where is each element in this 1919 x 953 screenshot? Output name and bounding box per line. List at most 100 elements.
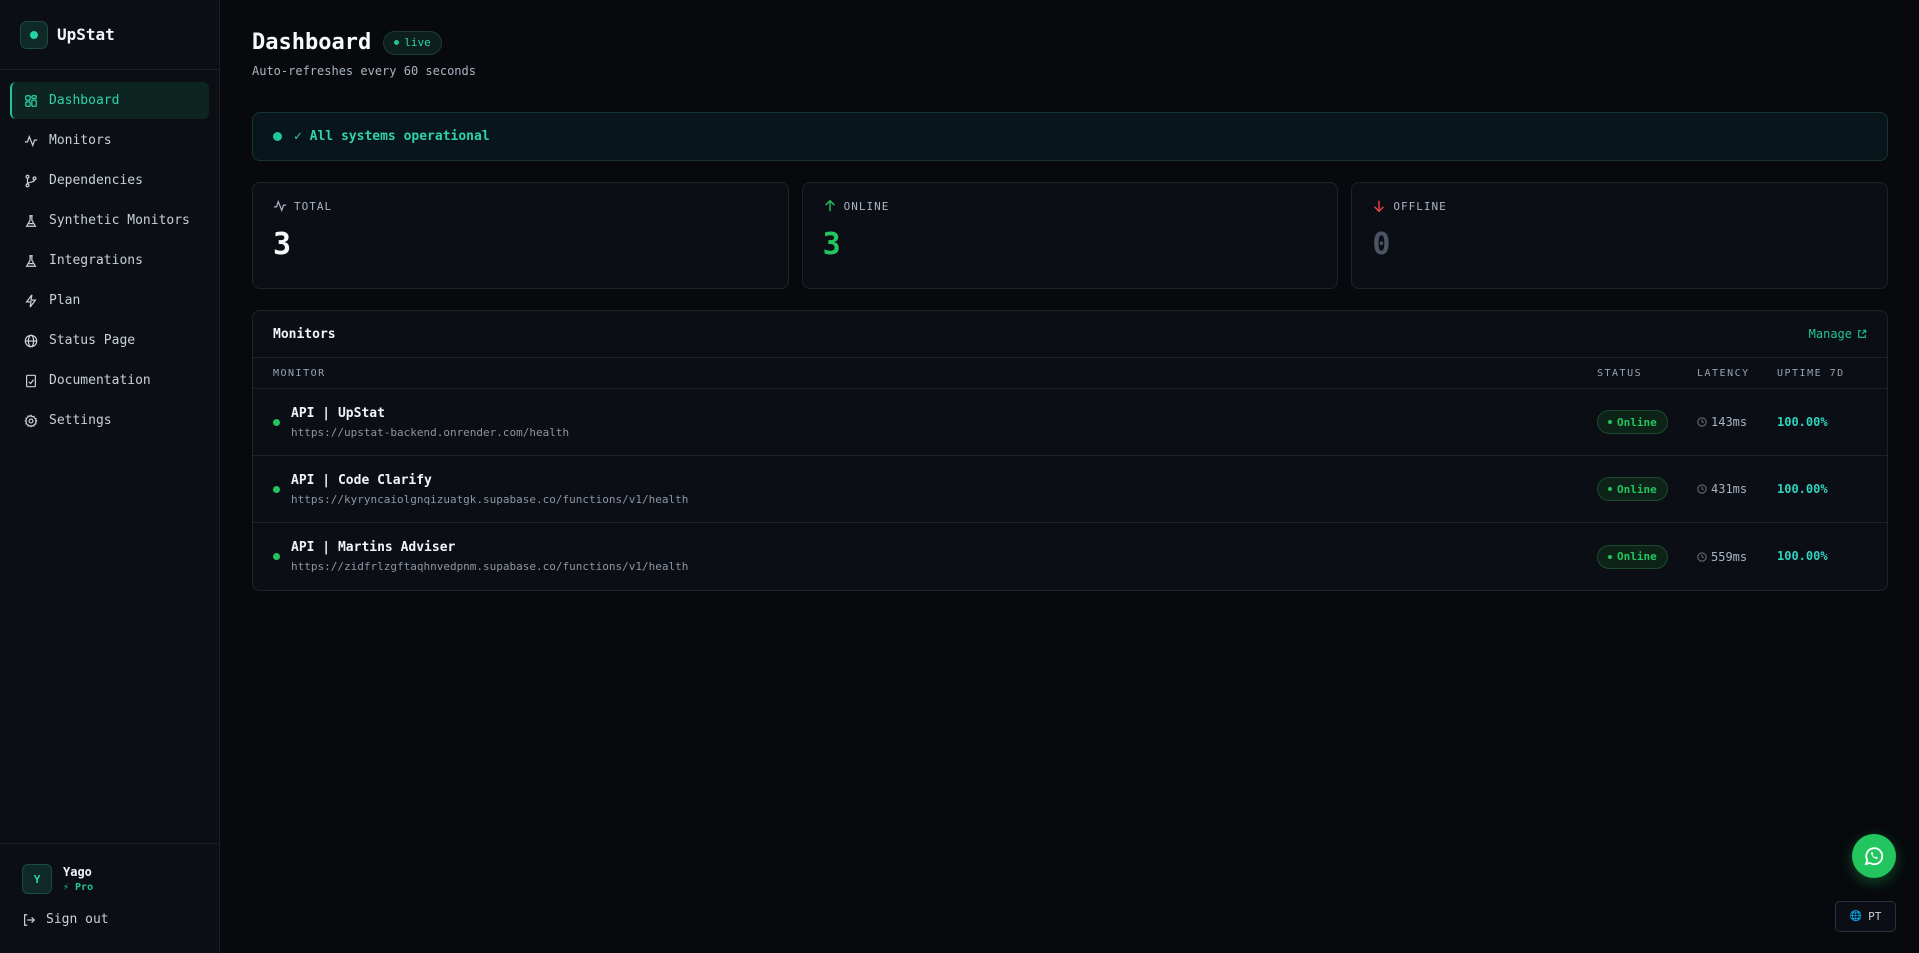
sidebar-item-documentation[interactable]: Documentation — [10, 362, 209, 399]
arrow-up-icon — [824, 199, 835, 212]
sidebar-item-label: Settings — [49, 413, 112, 428]
sidebar-item-label: Integrations — [49, 253, 143, 268]
sidebar-item-label: Plan — [49, 293, 81, 308]
external-link-icon — [1858, 329, 1867, 338]
panel-title: Monitors — [273, 326, 336, 342]
status-badge: Online — [1597, 544, 1668, 569]
column-header-uptime: UPTIME 7D — [1777, 367, 1845, 379]
table-row[interactable]: API | Martins Adviser https://zidfrlzgft… — [253, 523, 1887, 590]
page-header: Dashboard live Auto-refreshes every 60 s… — [252, 30, 476, 78]
sidebar-item-label: Status Page — [49, 333, 136, 348]
activity-icon — [273, 199, 287, 213]
table-row[interactable]: API | UpStat https://upstat-backend.onre… — [253, 389, 1887, 456]
clock-icon — [1697, 484, 1707, 494]
clock-icon — [1697, 417, 1707, 427]
globe-icon: 🌐 — [1849, 911, 1863, 922]
sidebar-item-monitors[interactable]: Monitors — [10, 122, 209, 159]
latency-value: 559ms — [1697, 550, 1777, 564]
arrow-down-icon — [1374, 200, 1385, 213]
monitor-name: API | UpStat — [291, 405, 385, 421]
manage-link[interactable]: Manage — [1809, 327, 1867, 341]
git-branch-icon — [24, 174, 38, 188]
sign-out-button[interactable]: Sign out — [22, 912, 198, 927]
sidebar-item-status-page[interactable]: Status Page — [10, 322, 209, 359]
grid-icon — [24, 94, 38, 108]
stat-label: ONLINE — [843, 199, 890, 213]
stat-card-offline: OFFLINE 0 — [1351, 182, 1889, 289]
gear-icon — [24, 413, 38, 428]
globe-icon — [24, 334, 38, 348]
brand-name: UpStat — [57, 25, 115, 44]
stat-value: 0 — [1372, 227, 1391, 262]
live-badge: live — [383, 30, 442, 55]
table-header: MONITOR STATUS LATENCY UPTIME 7D — [253, 358, 1887, 389]
live-badge-label: live — [404, 36, 431, 49]
sidebar-footer: Y Yago ⚡ Pro Sign out — [0, 843, 220, 953]
brand[interactable]: UpStat — [0, 0, 219, 70]
monitor-name: API | Code Clarify — [291, 472, 432, 488]
stat-card-total: TOTAL 3 — [252, 182, 789, 289]
status-dot-icon — [273, 132, 282, 141]
user-profile[interactable]: Y Yago ⚡ Pro — [22, 864, 198, 894]
flask-icon — [24, 254, 38, 268]
system-status-banner: ✓ All systems operational — [252, 112, 1888, 161]
stat-value: 3 — [273, 227, 292, 262]
monitor-name: API | Martins Adviser — [291, 540, 456, 555]
stat-label: TOTAL — [294, 199, 333, 213]
latency-value: 431ms — [1697, 482, 1777, 496]
monitors-panel: Monitors Manage MONITOR STATUS LATENCY U… — [252, 310, 1888, 591]
stat-card-online: ONLINE 3 — [801, 182, 1339, 289]
sidebar-item-label: Synthetic Monitors — [49, 213, 190, 228]
latency-value: 143ms — [1697, 415, 1777, 429]
monitor-url: https://upstat-backend.onrender.com/heal… — [291, 425, 570, 439]
whatsapp-icon — [1864, 847, 1884, 866]
sidebar-item-synthetic-monitors[interactable]: Synthetic Monitors — [10, 202, 209, 239]
uptime-value: 100.00% — [1777, 549, 1828, 563]
book-icon — [24, 374, 38, 388]
clock-icon — [1697, 551, 1707, 562]
monitor-url: https://kyryncaiolgnqizuatgk.supabase.co… — [291, 492, 689, 506]
avatar: Y — [22, 864, 52, 894]
flask-icon — [24, 214, 38, 228]
sidebar-item-dependencies[interactable]: Dependencies — [10, 162, 209, 199]
whatsapp-chat-button[interactable] — [1852, 834, 1896, 878]
uptime-value: 100.00% — [1777, 414, 1828, 429]
log-out-icon — [24, 913, 36, 926]
system-status-text: ✓ All systems operational — [294, 129, 490, 144]
manage-label: Manage — [1808, 327, 1852, 341]
sidebar-item-label: Documentation — [49, 373, 151, 388]
sidebar: UpStat Dashboard Monitors Dependencies S… — [0, 0, 220, 953]
sidebar-item-label: Monitors — [49, 133, 112, 148]
status-badge: Online — [1597, 410, 1668, 434]
table-row[interactable]: API | Code Clarify https://kyryncaiolgnq… — [253, 456, 1887, 523]
live-dot-icon — [394, 40, 400, 45]
sidebar-nav: Dashboard Monitors Dependencies Syntheti… — [0, 70, 219, 439]
sidebar-item-plan[interactable]: Plan — [10, 282, 209, 319]
stat-label: OFFLINE — [1393, 199, 1447, 213]
sidebar-item-integrations[interactable]: Integrations — [10, 242, 209, 279]
sign-out-label: Sign out — [46, 912, 109, 927]
monitor-url: https://zidfrlzgftaqhnvedpnm.supabase.co… — [291, 560, 689, 573]
stat-value: 3 — [822, 227, 841, 262]
logo-icon — [20, 20, 48, 49]
language-switcher[interactable]: 🌐 PT — [1835, 901, 1896, 932]
zap-icon — [24, 294, 38, 308]
sidebar-item-dashboard[interactable]: Dashboard — [10, 82, 209, 119]
user-name: Yago — [63, 865, 92, 879]
column-header-monitor: MONITOR — [273, 367, 326, 379]
uptime-value: 100.00% — [1777, 481, 1828, 496]
column-header-latency: LATENCY — [1697, 367, 1750, 379]
sidebar-item-label: Dependencies — [49, 173, 143, 188]
online-dot-icon — [273, 485, 280, 493]
sidebar-item-label: Dashboard — [49, 93, 120, 108]
status-badge: Online — [1597, 477, 1668, 501]
activity-icon — [24, 134, 38, 148]
user-plan-badge: ⚡ Pro — [63, 882, 94, 893]
page-subtitle: Auto-refreshes every 60 seconds — [252, 64, 476, 78]
page-title: Dashboard — [252, 30, 372, 55]
online-dot-icon — [273, 553, 280, 560]
online-dot-icon — [273, 418, 280, 426]
sidebar-item-settings[interactable]: Settings — [10, 402, 209, 439]
column-header-status: STATUS — [1597, 367, 1643, 379]
stats-row: TOTAL 3 ONLINE 3 OFFLINE 0 — [252, 182, 1889, 289]
